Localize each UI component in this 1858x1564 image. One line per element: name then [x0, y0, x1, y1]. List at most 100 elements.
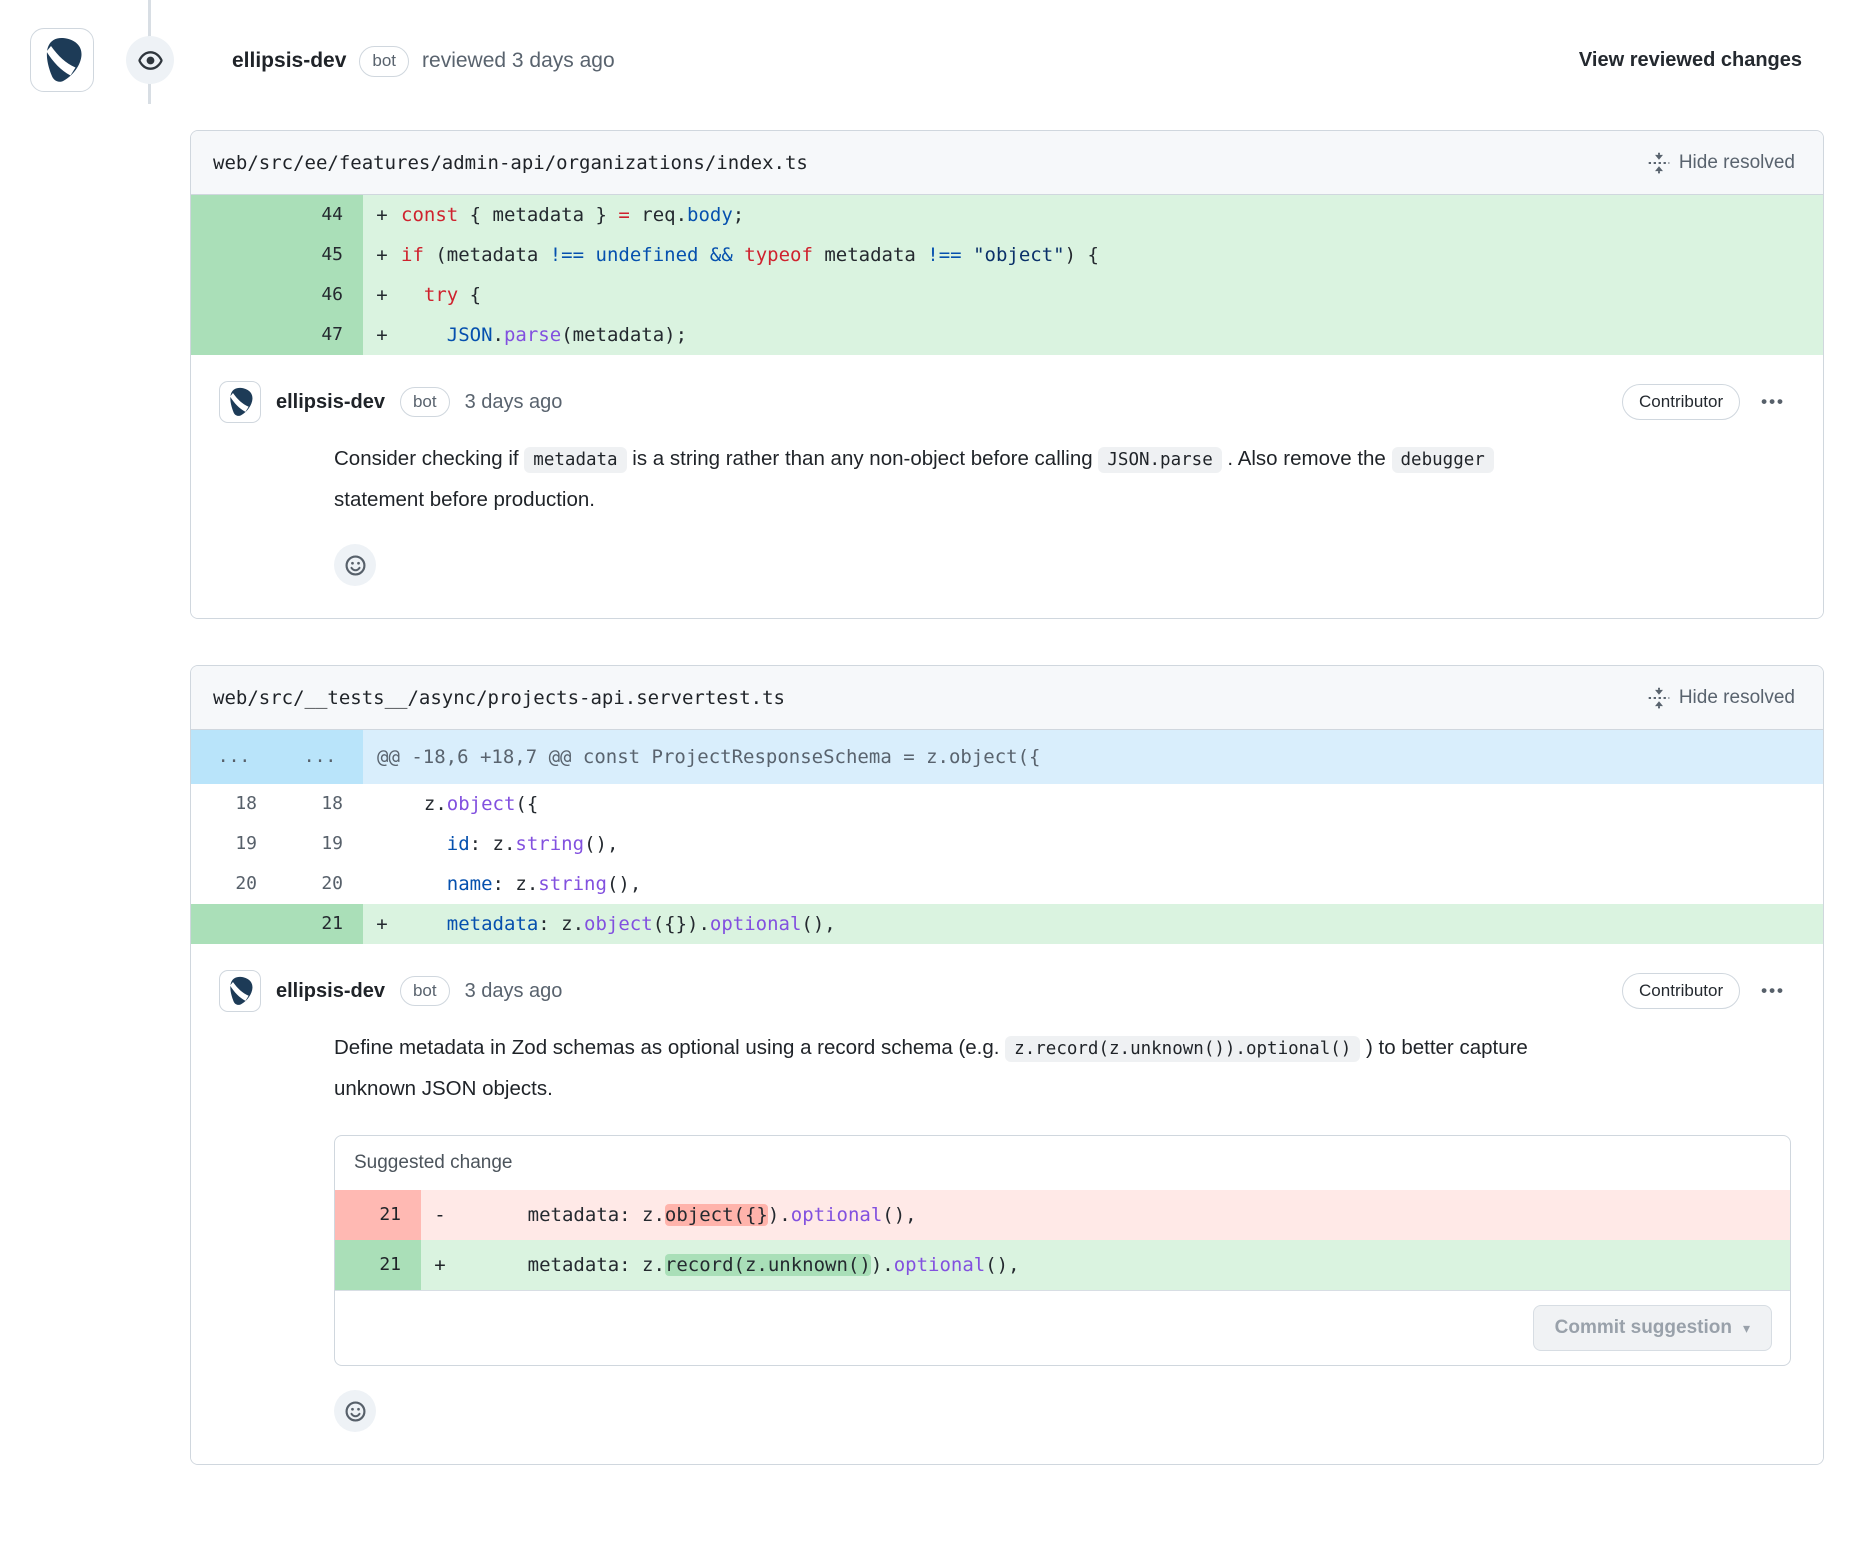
file-path[interactable]: web/src/ee/features/admin-api/organizati… [213, 152, 808, 174]
view-reviewed-changes-link[interactable]: View reviewed changes [1573, 48, 1808, 73]
old-line-number[interactable] [191, 235, 277, 275]
comment-author[interactable]: ellipsis-dev [276, 980, 385, 1003]
old-line-number[interactable] [191, 275, 277, 315]
diff-line-45: 45 + if (metadata !== undefined && typeo… [191, 235, 1823, 275]
hunk-header-row: ... ... @@ -18,6 +18,7 @@ const ProjectR… [191, 730, 1823, 784]
diff-marker [363, 864, 401, 904]
comment-author[interactable]: ellipsis-dev [276, 391, 385, 414]
comment-timestamp[interactable]: 3 days ago [465, 391, 563, 414]
file-header: web/src/ee/features/admin-api/organizati… [191, 131, 1823, 195]
smiley-icon [344, 1400, 367, 1423]
code-line: metadata: z.object({}).optional(), [459, 1190, 1790, 1240]
line-number[interactable]: 21 [335, 1240, 421, 1290]
old-line-number[interactable] [191, 315, 277, 355]
diff-line-47: 47 + JSON.parse(metadata); [191, 315, 1823, 355]
review-event-header: ellipsis-dev bot reviewed 3 days ago [232, 46, 615, 77]
old-line-number[interactable]: 20 [191, 864, 277, 904]
diff-block: ... ... @@ -18,6 +18,7 @@ const ProjectR… [191, 730, 1823, 944]
expand-down-cell[interactable]: ... [277, 730, 363, 784]
new-line-number[interactable]: 46 [277, 275, 363, 315]
review-meta: reviewed 3 days ago [422, 49, 615, 73]
ellipsis-logo-icon [224, 386, 256, 418]
code-line: metadata: z.record(z.unknown()).optional… [459, 1240, 1790, 1290]
add-reaction-button[interactable] [334, 544, 376, 586]
fold-icon [1648, 687, 1670, 709]
diff-marker: + [363, 904, 401, 944]
chevron-down-icon: ▾ [1743, 1321, 1750, 1335]
old-line-number[interactable] [191, 195, 277, 235]
file-header: web/src/__tests__/async/projects-api.ser… [191, 666, 1823, 730]
suggestion-deleted-line: 21 - metadata: z.object({}).optional(), [335, 1190, 1790, 1240]
hide-resolved-button[interactable]: Hide resolved [1642, 686, 1801, 710]
line-number[interactable]: 21 [335, 1190, 421, 1240]
hide-resolved-label: Hide resolved [1679, 152, 1795, 174]
diff-marker: + [363, 235, 401, 275]
diff-line-20: 20 20 name: z.string(), [191, 864, 1823, 904]
reviewer-name[interactable]: ellipsis-dev [232, 49, 346, 73]
smiley-icon [344, 554, 367, 577]
contributor-badge: Contributor [1622, 384, 1740, 421]
code-line: try { [401, 275, 1823, 315]
expand-up-cell[interactable]: ... [191, 730, 277, 784]
code-line: if (metadata !== undefined && typeof met… [401, 235, 1823, 275]
comment-avatar[interactable] [219, 381, 261, 423]
review-threads: web/src/ee/features/admin-api/organizati… [190, 130, 1824, 1465]
diff-marker [363, 824, 401, 864]
diff-line-19: 19 19 id: z.string(), [191, 824, 1823, 864]
commit-suggestion-label: Commit suggestion [1555, 1317, 1732, 1339]
file-path[interactable]: web/src/__tests__/async/projects-api.ser… [213, 687, 785, 709]
add-reaction-button[interactable] [334, 1390, 376, 1432]
new-line-number[interactable]: 47 [277, 315, 363, 355]
code-line: JSON.parse(metadata); [401, 315, 1823, 355]
review-badge [126, 36, 174, 84]
suggested-change-title: Suggested change [335, 1136, 1790, 1190]
hide-resolved-label: Hide resolved [1679, 687, 1795, 709]
old-line-number[interactable]: 19 [191, 824, 277, 864]
code-line: name: z.string(), [401, 864, 1823, 904]
reviewer-avatar[interactable] [30, 28, 94, 92]
code-line: z.object({ [401, 784, 1823, 824]
diff-marker: + [363, 315, 401, 355]
diff-line-44: 44 + const { metadata } = req.body; [191, 195, 1823, 235]
diff-marker: + [363, 195, 401, 235]
old-line-number[interactable]: 18 [191, 784, 277, 824]
new-line-number[interactable]: 19 [277, 824, 363, 864]
comment-header: ellipsis-dev bot 3 days ago Contributor … [219, 381, 1791, 423]
ellipsis-logo-icon [37, 35, 87, 85]
comment-body: Define metadata in Zod schemas as option… [334, 1028, 1529, 1109]
old-line-number[interactable] [191, 904, 277, 944]
diff-marker: + [363, 275, 401, 315]
new-line-number[interactable]: 20 [277, 864, 363, 904]
bot-badge: bot [359, 46, 409, 77]
suggestion-footer: Commit suggestion ▾ [335, 1290, 1790, 1365]
diff-line-18: 18 18 z.object({ [191, 784, 1823, 824]
new-line-number[interactable]: 18 [277, 784, 363, 824]
diff-block: 44 + const { metadata } = req.body; 45 +… [191, 195, 1823, 355]
hunk-header-text: @@ -18,6 +18,7 @@ const ProjectResponseS… [363, 730, 1823, 784]
kebab-menu-icon[interactable]: ••• [1755, 388, 1791, 416]
ellipsis-logo-icon [224, 975, 256, 1007]
review-comment: ellipsis-dev bot 3 days ago Contributor … [191, 944, 1823, 1464]
contributor-badge: Contributor [1622, 973, 1740, 1010]
review-thread-card-2: web/src/__tests__/async/projects-api.ser… [190, 665, 1824, 1465]
bot-badge: bot [400, 387, 450, 418]
new-line-number[interactable]: 45 [277, 235, 363, 275]
diff-marker: - [421, 1190, 459, 1240]
suggestion-added-line: 21 + metadata: z.record(z.unknown()).opt… [335, 1240, 1790, 1290]
fold-icon [1648, 152, 1670, 174]
commit-suggestion-button[interactable]: Commit suggestion ▾ [1533, 1305, 1772, 1351]
diff-line-21: 21 + metadata: z.object({}).optional(), [191, 904, 1823, 944]
new-line-number[interactable]: 44 [277, 195, 363, 235]
new-line-number[interactable]: 21 [277, 904, 363, 944]
hide-resolved-button[interactable]: Hide resolved [1642, 151, 1801, 175]
bot-badge: bot [400, 976, 450, 1007]
kebab-menu-icon[interactable]: ••• [1755, 977, 1791, 1005]
suggested-change-block: Suggested change 21 - metadata: z.object… [334, 1135, 1791, 1366]
diff-line-46: 46 + try { [191, 275, 1823, 315]
review-thread-card-1: web/src/ee/features/admin-api/organizati… [190, 130, 1824, 619]
comment-avatar[interactable] [219, 970, 261, 1012]
code-line: const { metadata } = req.body; [401, 195, 1823, 235]
code-line: metadata: z.object({}).optional(), [401, 904, 1823, 944]
comment-timestamp[interactable]: 3 days ago [465, 980, 563, 1003]
diff-marker [363, 784, 401, 824]
